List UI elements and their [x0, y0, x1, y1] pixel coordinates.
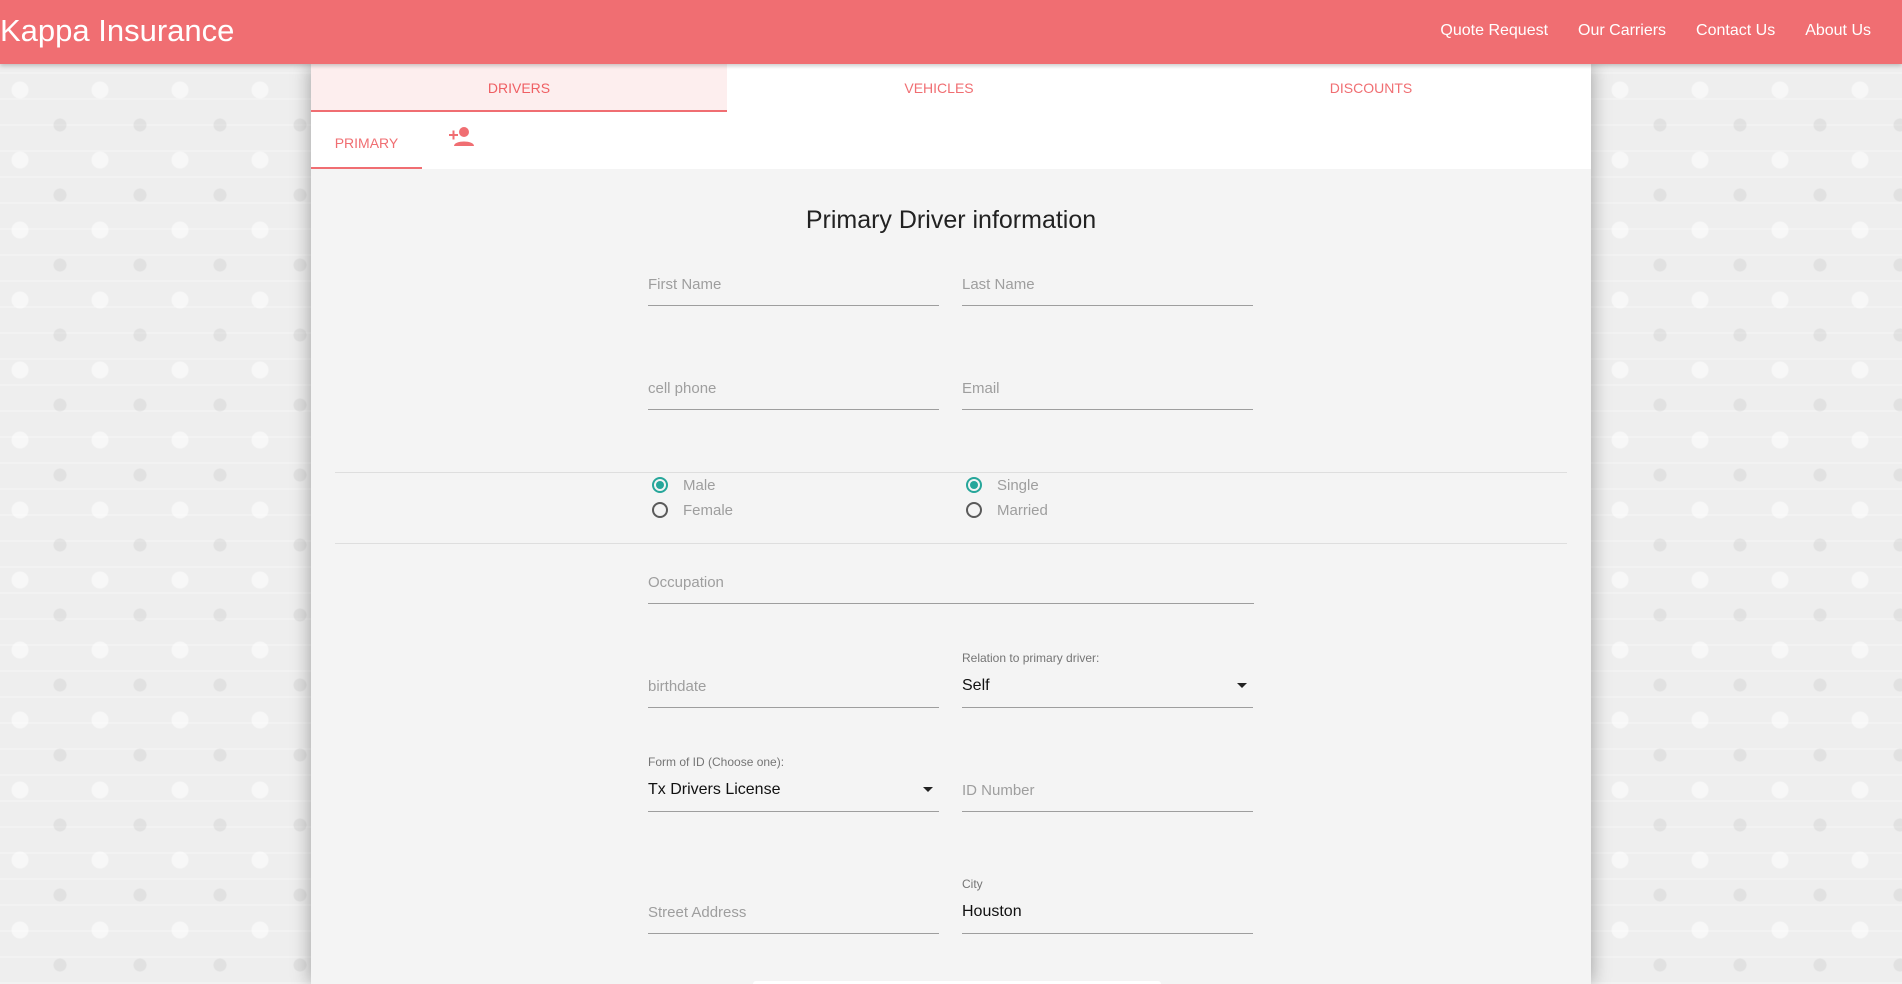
divider	[335, 472, 1567, 473]
city-input[interactable]: City Houston	[962, 874, 1253, 934]
occupation-placeholder: Occupation	[648, 574, 724, 591]
cell-phone-placeholder: cell phone	[648, 380, 717, 397]
street-address-input[interactable]: Street Address	[648, 874, 939, 934]
quote-form-card: DRIVERS VEHICLES DISCOUNTS PRIMARY Prima…	[311, 64, 1591, 984]
email-placeholder: Email	[962, 380, 1000, 397]
relation-select[interactable]: Relation to primary driver: Self	[962, 648, 1253, 708]
marital-radio-single[interactable]: Single	[966, 475, 1039, 495]
form-title: Primary Driver information	[805, 206, 1097, 234]
birthdate-input[interactable]: birthdate	[648, 648, 939, 708]
driver-subtabs: PRIMARY	[311, 112, 1591, 169]
gender-radio-male[interactable]: Male	[652, 475, 716, 495]
radio-label-married: Married	[997, 501, 1048, 519]
id-form-select[interactable]: Form of ID (Choose one): Tx Drivers Lice…	[648, 752, 939, 812]
first-name-input[interactable]: First Name	[648, 246, 939, 306]
email-input[interactable]: Email	[962, 350, 1253, 410]
nav-link-our-carriers[interactable]: Our Carriers	[1563, 0, 1681, 64]
nav-links: Quote Request Our Carriers Contact Us Ab…	[1425, 0, 1886, 64]
radio-circle	[966, 502, 982, 518]
first-name-placeholder: First Name	[648, 276, 722, 293]
brand-logo-text[interactable]: Kappa Insurance	[0, 13, 234, 49]
city-value: Houston	[962, 903, 1022, 920]
tab-drivers[interactable]: DRIVERS	[311, 64, 727, 112]
id-number-placeholder: ID Number	[962, 782, 1035, 799]
tab-discounts[interactable]: DISCOUNTS	[1151, 64, 1591, 112]
gender-radio-female[interactable]: Female	[652, 500, 733, 520]
radio-label-single: Single	[997, 476, 1039, 494]
last-name-input[interactable]: Last Name	[962, 246, 1253, 306]
city-label: City	[962, 877, 983, 891]
cell-phone-input[interactable]: cell phone	[648, 350, 939, 410]
nav-link-contact-us[interactable]: Contact Us	[1681, 0, 1790, 64]
id-number-input[interactable]: ID Number	[962, 752, 1253, 812]
id-form-value: Tx Drivers License	[648, 781, 781, 798]
radio-label-male: Male	[683, 476, 716, 494]
nav-link-about-us[interactable]: About Us	[1790, 0, 1886, 64]
relation-value: Self	[962, 677, 990, 694]
subtab-primary-driver[interactable]: PRIMARY	[311, 112, 422, 169]
marital-radio-married[interactable]: Married	[966, 500, 1048, 520]
radio-circle	[966, 477, 982, 493]
dropdown-caret-icon	[923, 787, 933, 792]
relation-label: Relation to primary driver:	[962, 651, 1100, 665]
dropdown-caret-icon	[1237, 683, 1247, 688]
id-form-label: Form of ID (Choose one):	[648, 755, 785, 769]
person-add-icon[interactable]	[449, 126, 475, 148]
main-tabs: DRIVERS VEHICLES DISCOUNTS	[311, 64, 1591, 112]
street-address-placeholder: Street Address	[648, 904, 747, 921]
radio-circle	[652, 502, 668, 518]
birthdate-placeholder: birthdate	[648, 678, 707, 695]
nav-link-quote-request[interactable]: Quote Request	[1425, 0, 1563, 64]
occupation-input[interactable]: Occupation	[648, 544, 1254, 604]
tab-vehicles[interactable]: VEHICLES	[727, 64, 1151, 112]
last-name-placeholder: Last Name	[962, 276, 1035, 293]
top-navbar: Kappa Insurance Quote Request Our Carrie…	[0, 0, 1902, 64]
radio-label-female: Female	[683, 501, 734, 519]
radio-circle	[652, 477, 668, 493]
